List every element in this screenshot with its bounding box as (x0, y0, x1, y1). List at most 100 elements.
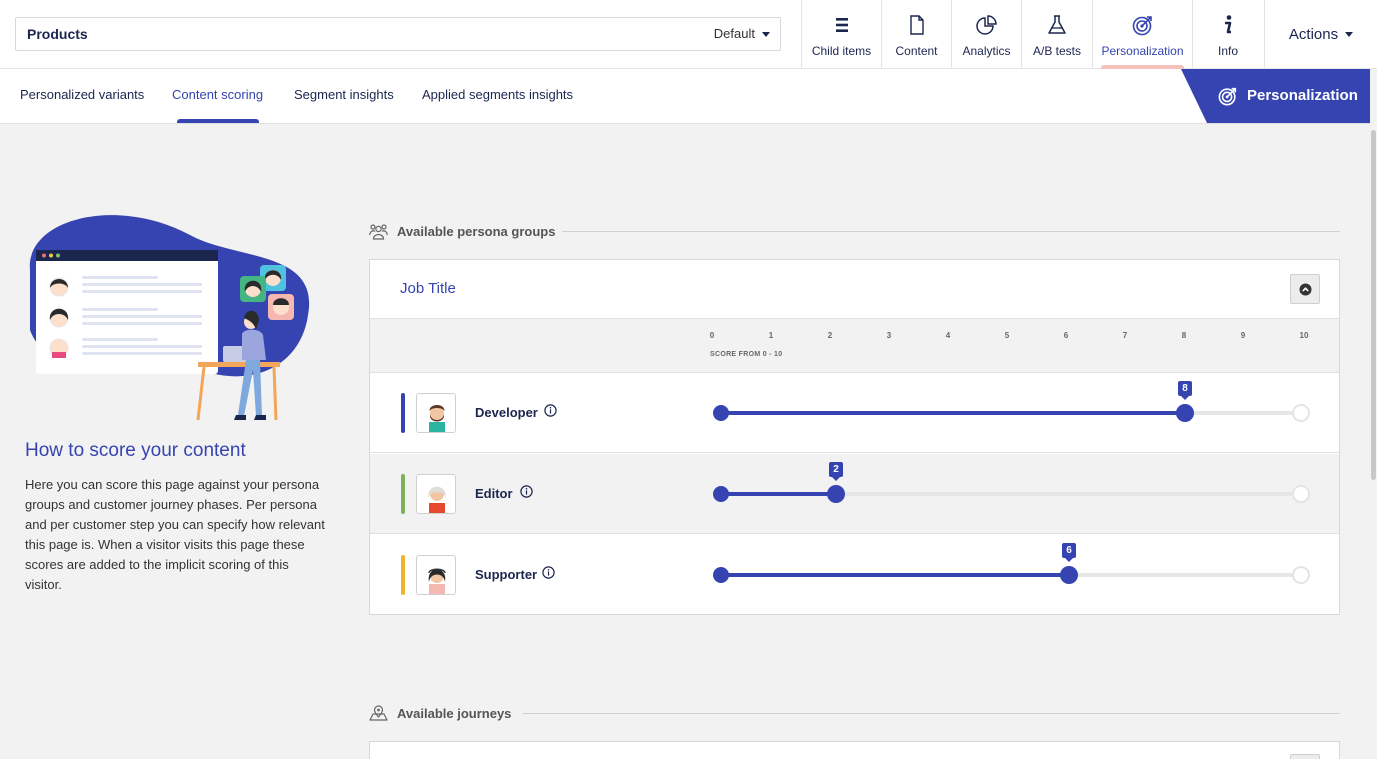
section-divider (523, 713, 1340, 714)
app-personalization[interactable]: Personalization (1092, 0, 1192, 69)
active-tab-underline (177, 119, 259, 123)
collapse-button[interactable] (1290, 274, 1320, 304)
journeys-heading: Available journeys (369, 705, 511, 722)
scale-tick: 10 (1299, 331, 1309, 340)
target-icon (1132, 16, 1152, 36)
persona-row: Developer 8 (370, 373, 1339, 453)
scale-tick: 5 (1004, 331, 1010, 340)
app-label: A/B tests (1032, 44, 1082, 58)
document-icon (909, 15, 924, 35)
persona-color-stripe (401, 474, 405, 514)
caret-down-icon (1345, 32, 1354, 37)
collapse-button[interactable] (1290, 754, 1320, 759)
slider-end (1292, 566, 1310, 584)
app-label: Personalization (1101, 44, 1184, 58)
info-circle-icon[interactable] (542, 566, 555, 579)
app-content[interactable]: Content (881, 0, 951, 69)
app-label: Content (895, 44, 938, 58)
avatar (416, 555, 456, 595)
persona-name: Supporter (475, 567, 538, 582)
editor-score-slider[interactable]: 2 (713, 462, 1310, 504)
section-divider (562, 231, 1340, 232)
actions-button[interactable]: Actions (1264, 0, 1377, 69)
slider-start (713, 486, 729, 502)
persona-groups-heading: Available persona groups (369, 223, 555, 240)
list-icon (835, 18, 848, 32)
scale-tick: 0 (709, 331, 715, 340)
persona-group-title: Job Title (400, 280, 456, 297)
developer-score-slider[interactable]: 8 (713, 381, 1310, 423)
app-child-items[interactable]: Child items (801, 0, 881, 69)
slider-fill (720, 573, 1069, 577)
developer-avatar-icon (429, 405, 445, 432)
sub-tabs: Personalized variants Content scoring Se… (0, 69, 1377, 124)
journey-map-icon (369, 705, 388, 721)
scale-tick: 7 (1122, 331, 1128, 340)
pie-chart-icon (975, 15, 997, 35)
variant-label: Default (713, 26, 755, 41)
content-scoring-illustration (29, 215, 310, 421)
app-label: Analytics (962, 44, 1011, 58)
journey-card (369, 741, 1340, 759)
scale-tick: 3 (886, 331, 892, 340)
target-icon (1218, 87, 1237, 106)
scale-tick: 2 (827, 331, 833, 340)
scale-tick: 6 (1063, 331, 1069, 340)
tab-segment-insights[interactable]: Segment insights (294, 87, 394, 102)
scale-tick: 9 (1240, 331, 1246, 340)
score-scale: 0 1 2 3 4 5 6 7 8 9 10 SCORE FROM 0 - 10 (370, 318, 1339, 373)
persona-name: Developer (475, 405, 538, 420)
score-value: 8 (1178, 381, 1192, 400)
caret-down-icon (762, 32, 770, 38)
avatar (416, 474, 456, 514)
app-label: Info (1217, 44, 1238, 58)
chevron-up-icon (1299, 283, 1311, 295)
supporter-score-slider[interactable]: 6 (713, 543, 1310, 585)
info-circle-icon[interactable] (544, 404, 557, 417)
app-info[interactable]: Info (1192, 0, 1263, 69)
badge-label: Personalization (1247, 87, 1358, 104)
persona-row: Editor 2 (370, 454, 1339, 534)
persona-groups-label: Available persona groups (397, 224, 556, 239)
scale-caption: SCORE FROM 0 - 10 (710, 351, 783, 358)
score-value: 2 (829, 462, 843, 481)
persona-name: Editor (475, 486, 513, 501)
slider-fill (720, 492, 836, 496)
persona-row: Supporter 6 (370, 535, 1339, 615)
scale-tick: 8 (1181, 331, 1187, 340)
avatar (416, 393, 456, 433)
slider-start (713, 567, 729, 583)
persona-group-card: Job Title 0 1 2 3 4 5 6 7 8 9 10 SCORE F… (369, 259, 1340, 615)
slider-handle[interactable] (1176, 404, 1194, 422)
info-circle-icon[interactable] (520, 485, 533, 498)
node-name-field[interactable]: Products Default (15, 17, 781, 51)
personalization-badge: Personalization (1181, 69, 1370, 123)
top-bar: Products Default Child items Content Ana… (0, 0, 1377, 69)
help-title: How to score your content (25, 440, 246, 461)
slider-end (1292, 485, 1310, 503)
tab-content-scoring[interactable]: Content scoring (172, 87, 263, 102)
slider-handle[interactable] (827, 485, 845, 503)
persona-color-stripe (401, 555, 405, 595)
slider-start (713, 405, 729, 421)
content-apps: Child items Content Analytics A/B tests … (801, 0, 1263, 69)
node-name[interactable]: Products (27, 26, 88, 42)
persona-color-stripe (401, 393, 405, 433)
slider-fill (720, 411, 1185, 415)
app-ab-tests[interactable]: A/B tests (1021, 0, 1092, 69)
variant-picker[interactable]: Default (714, 26, 770, 41)
journeys-label: Available journeys (397, 706, 512, 721)
slider-end (1292, 404, 1310, 422)
help-text: Here you can score this page against you… (25, 477, 325, 592)
scrollbar-thumb[interactable] (1371, 130, 1376, 480)
app-analytics[interactable]: Analytics (951, 0, 1021, 69)
info-icon (1225, 15, 1232, 34)
score-value: 6 (1062, 543, 1076, 562)
tab-personalized-variants[interactable]: Personalized variants (20, 87, 144, 102)
scale-tick: 1 (768, 331, 774, 340)
editor-avatar-icon (428, 486, 446, 513)
tab-applied-segments-insights[interactable]: Applied segments insights (422, 87, 573, 102)
actions-label: Actions (1288, 26, 1339, 43)
people-group-icon (369, 224, 388, 240)
slider-handle[interactable] (1060, 566, 1078, 584)
